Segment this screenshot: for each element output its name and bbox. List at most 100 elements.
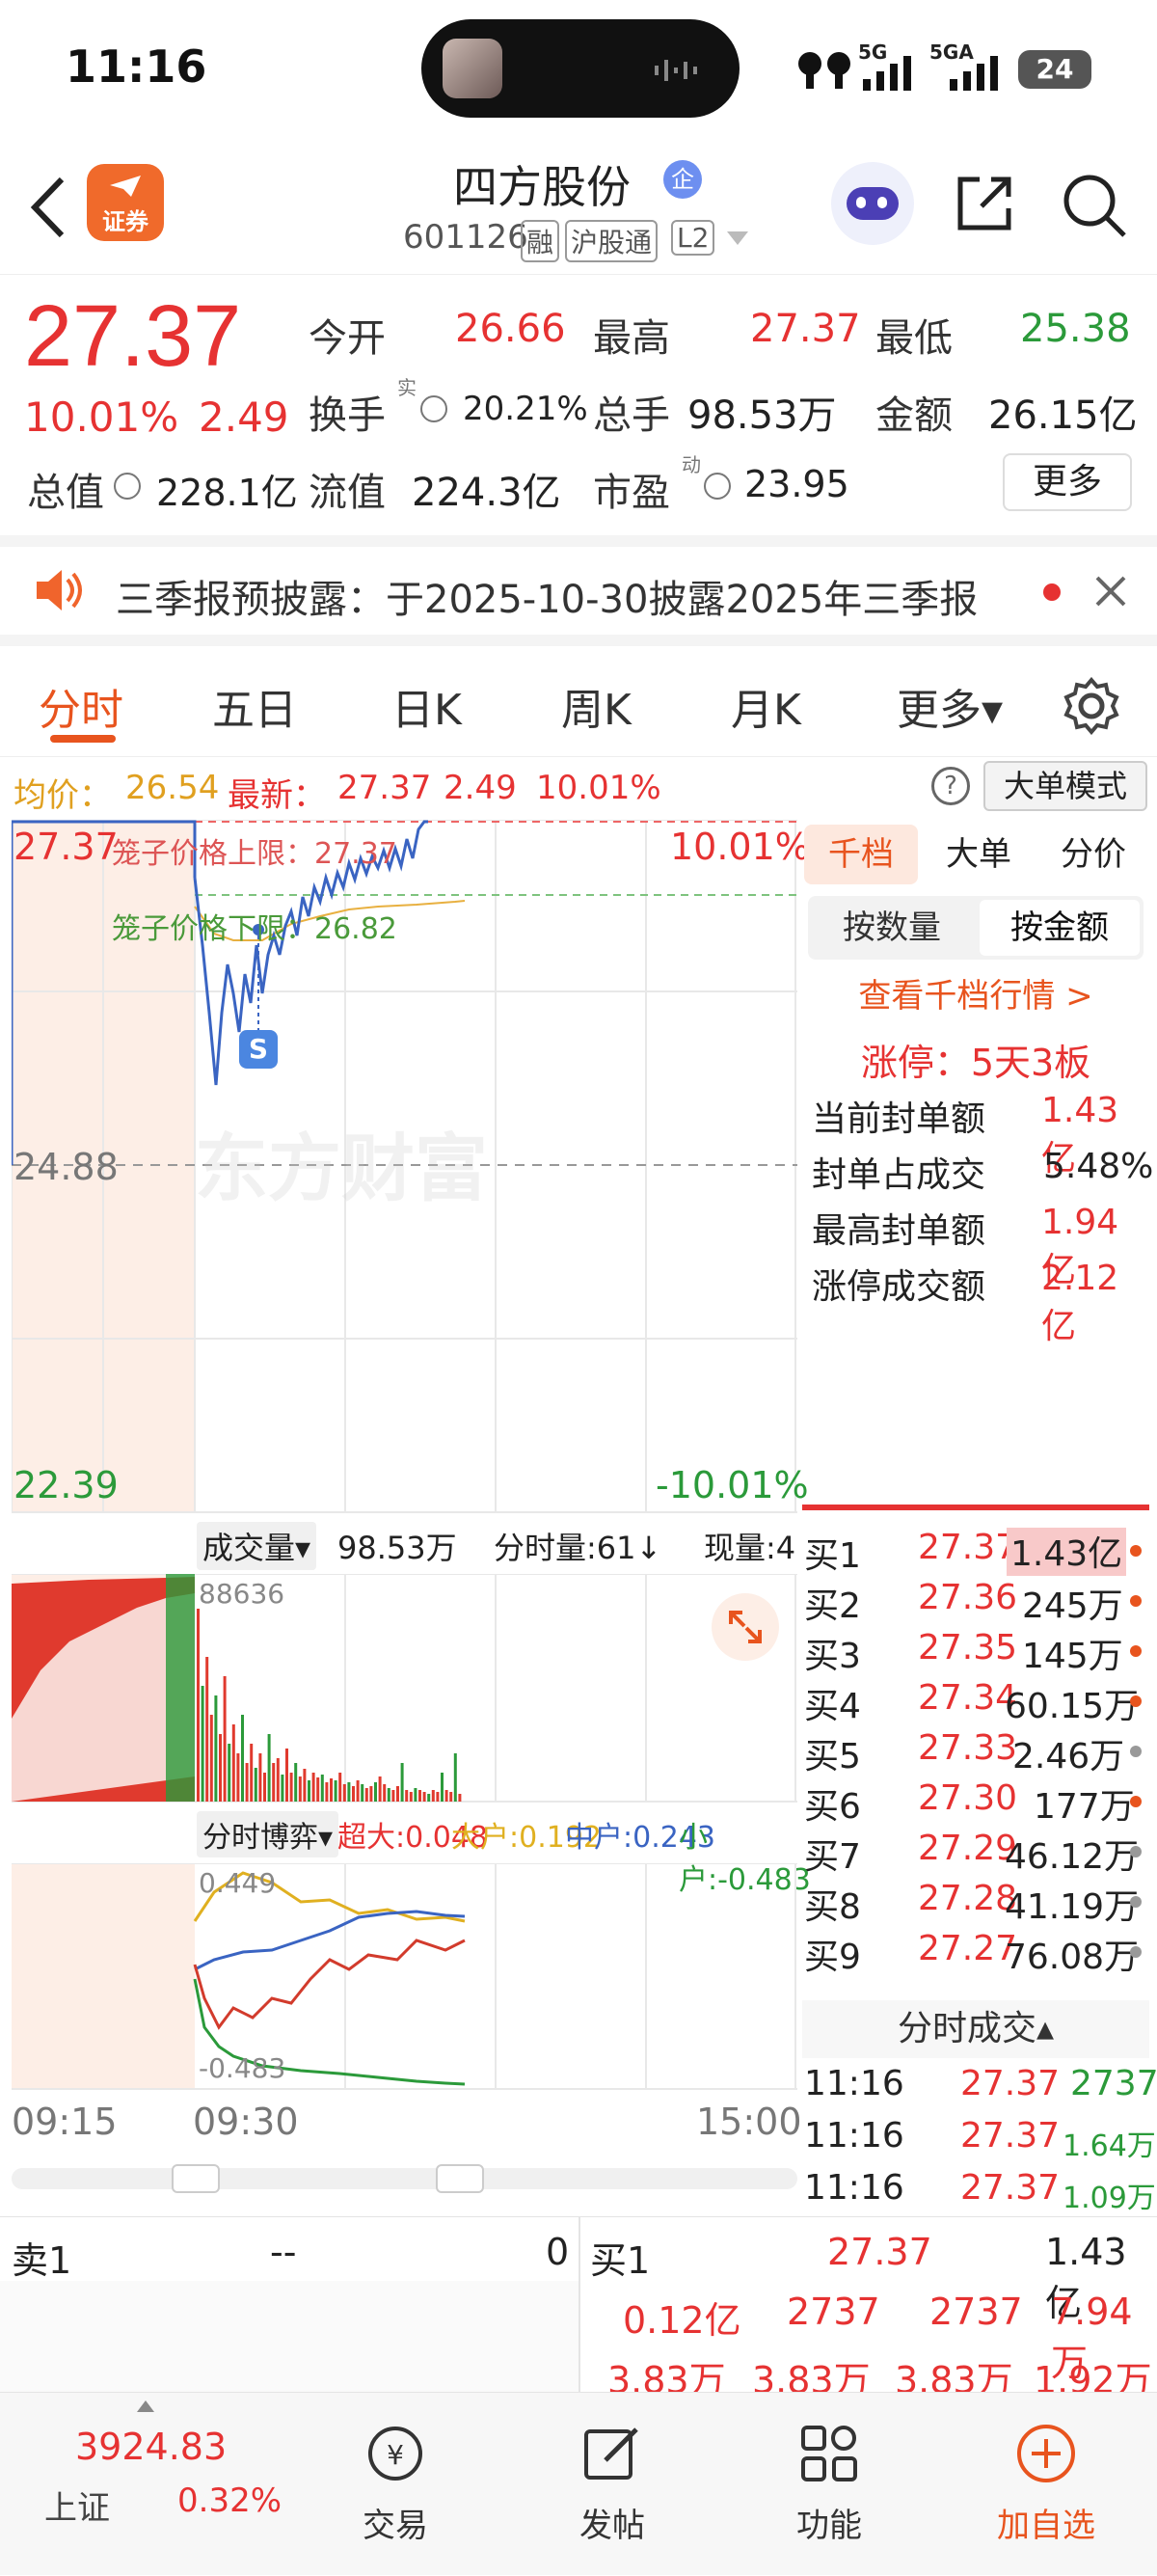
chart-range-slider[interactable]: [12, 2164, 797, 2193]
volume-bar: [418, 1790, 421, 1802]
broker-logo[interactable]: 证券: [87, 164, 164, 241]
amount-value: 26.15亿: [988, 393, 1138, 438]
more-button[interactable]: 更多: [1003, 453, 1132, 511]
bid-price: 27.27: [918, 1929, 1018, 1968]
volume-bar: [374, 1782, 377, 1802]
s-marker[interactable]: S: [239, 1030, 278, 1069]
volume-bar: [352, 1786, 355, 1802]
chart-tabs: 分时 五日 日K 周K 月K 更多▾: [0, 656, 1157, 757]
bid-row-1[interactable]: 买1 27.37 1.43亿: [802, 1528, 1157, 1578]
nav-trade[interactable]: ¥ 交易: [323, 2422, 468, 2546]
info-icon[interactable]: [420, 395, 447, 422]
notice-bar[interactable]: 三季报预披露：于2025-10-30披露2025年三季报: [0, 535, 1157, 646]
expand-icon[interactable]: [712, 1593, 779, 1661]
float-cap-label: 流值: [309, 471, 386, 515]
stock-header: 证券 四方股份 企 601126 融 沪股通 L2: [0, 135, 1157, 275]
volume-bar: [431, 1790, 435, 1802]
turnover-sup: 实: [397, 376, 417, 399]
info-icon[interactable]: [114, 473, 141, 500]
chevron-down-icon[interactable]: [725, 230, 750, 247]
stock-code: 601126: [403, 218, 528, 257]
bid-dot: [1130, 1545, 1142, 1557]
unit-toggle: 按数量 按金额: [808, 896, 1144, 960]
cell-bars-icon: [863, 56, 911, 91]
game-selector[interactable]: 分时博弈▾: [197, 1811, 339, 1857]
tick-price: 27.37: [960, 2064, 1061, 2103]
volume-bar: [458, 1794, 462, 1802]
back-arrow-icon[interactable]: [27, 174, 69, 241]
big-order-mode-button[interactable]: 大单模式: [983, 761, 1147, 811]
stock-name: 四方股份: [453, 161, 631, 213]
close-icon[interactable]: [1093, 574, 1128, 609]
tab-thousand-level[interactable]: 千档: [804, 825, 918, 884]
volume-bar: [294, 1763, 298, 1802]
index-ticker[interactable]: 3924.83 上证 0.32%: [0, 2393, 289, 2576]
tab-daily-k[interactable]: 日K: [391, 675, 462, 737]
nav-add-label: 加自选: [997, 2507, 1095, 2545]
tab-big-order[interactable]: 大单: [922, 825, 1036, 884]
share-icon[interactable]: [953, 172, 1016, 235]
status-time: 11:16: [66, 41, 207, 93]
nav-functions[interactable]: 功能: [757, 2422, 901, 2546]
volume-total: 98.53万: [337, 1530, 457, 1566]
tab-monthly-k[interactable]: 月K: [731, 675, 801, 737]
view-depth-link[interactable]: 查看千档行情 >: [802, 969, 1149, 1017]
volume-bar: [298, 1776, 302, 1802]
tag-l2: L2: [671, 220, 715, 256]
intraday-chart[interactable]: 东方财富 27.37 笼子价格上限：27.37 笼子价格下限：26.82 10.…: [12, 820, 810, 1514]
slider-left-handle[interactable]: [172, 2164, 220, 2193]
bid-row-6[interactable]: 买6 27.30 177万: [802, 1778, 1157, 1829]
settings-gear-icon[interactable]: [1063, 677, 1120, 735]
volume-chart-svg: [12, 1573, 797, 1803]
bid-row-8[interactable]: 买8 27.28 41.19万: [802, 1879, 1157, 1929]
volume-selector[interactable]: 成交量▾: [197, 1522, 317, 1570]
bid-row-2[interactable]: 买2 27.36 245万: [802, 1578, 1157, 1628]
dynamic-island: [421, 19, 740, 118]
pe-sup: 动: [682, 453, 701, 476]
y-axis-top: 27.37: [13, 826, 119, 868]
queue-1: 0.12亿: [623, 2299, 741, 2342]
bid-row-9[interactable]: 买9 27.27 76.08万: [802, 1929, 1157, 1979]
tag-margin: 融: [521, 220, 560, 262]
bid-row-3[interactable]: 买3 27.35 145万: [802, 1628, 1157, 1678]
change-value: 2.49: [199, 393, 289, 441]
search-icon[interactable]: [1061, 172, 1128, 239]
slider-right-handle[interactable]: [436, 2164, 484, 2193]
svg-text:¥: ¥: [387, 2439, 404, 2471]
help-icon[interactable]: ?: [931, 767, 970, 805]
tab-more[interactable]: 更多▾: [897, 675, 1003, 737]
by-amount-button[interactable]: 按金额: [980, 900, 1140, 956]
bid-row-7[interactable]: 买7 27.29 46.12万: [802, 1829, 1157, 1879]
tab-weekly-k[interactable]: 周K: [561, 675, 632, 737]
nav-post[interactable]: 发帖: [540, 2422, 685, 2546]
bid-dot: [1130, 1846, 1142, 1857]
upper-cage-label: 笼子价格上限：27.37: [112, 837, 397, 871]
volume-bar: [276, 1758, 280, 1802]
info-icon[interactable]: [704, 473, 731, 500]
bid-volume: 177万: [1034, 1787, 1135, 1827]
tab-five-day[interactable]: 五日: [212, 675, 297, 737]
by-quantity-button[interactable]: 按数量: [808, 896, 976, 960]
assistant-robot-icon[interactable]: [831, 162, 914, 245]
tab-intraday[interactable]: 分时: [39, 675, 123, 737]
nav-trade-label: 交易: [363, 2507, 428, 2545]
bid-row-4[interactable]: 买4 27.34 60.15万: [802, 1678, 1157, 1728]
volume-bar: [205, 1657, 209, 1802]
volume-bar: [236, 1753, 240, 1802]
volume-bar: [391, 1790, 395, 1802]
tab-price-split[interactable]: 分价: [1037, 825, 1149, 884]
volume-bar: [361, 1784, 364, 1802]
game-header: 分时博弈▾ 超大:0.048 大户:0.192 中户:0.243 小户:-0.4…: [193, 1811, 811, 1897]
volume-bar: [414, 1788, 417, 1802]
bid-price: 27.37: [918, 1528, 1018, 1567]
ticks-title[interactable]: 分时成交▴: [802, 2000, 1149, 2058]
open-label: 今开: [309, 316, 386, 361]
bid-row-5[interactable]: 买5 27.33 2.46万: [802, 1728, 1157, 1778]
bottom-nav: 3924.83 上证 0.32% ¥ 交易 发帖 功能 加自选: [0, 2392, 1157, 2575]
latest-value: 27.37: [337, 769, 432, 807]
game-chart: 0.449 -0.483: [12, 1862, 797, 2091]
nav-add-watchlist[interactable]: 加自选: [974, 2422, 1118, 2546]
tick-volume: 2737: [1070, 2064, 1157, 2103]
bid-list: 买1 27.37 1.43亿 买2 27.36 245万 买3 27.35 14…: [802, 1528, 1157, 1994]
status-bar: 11:16 5G 5GA 24: [0, 0, 1157, 135]
